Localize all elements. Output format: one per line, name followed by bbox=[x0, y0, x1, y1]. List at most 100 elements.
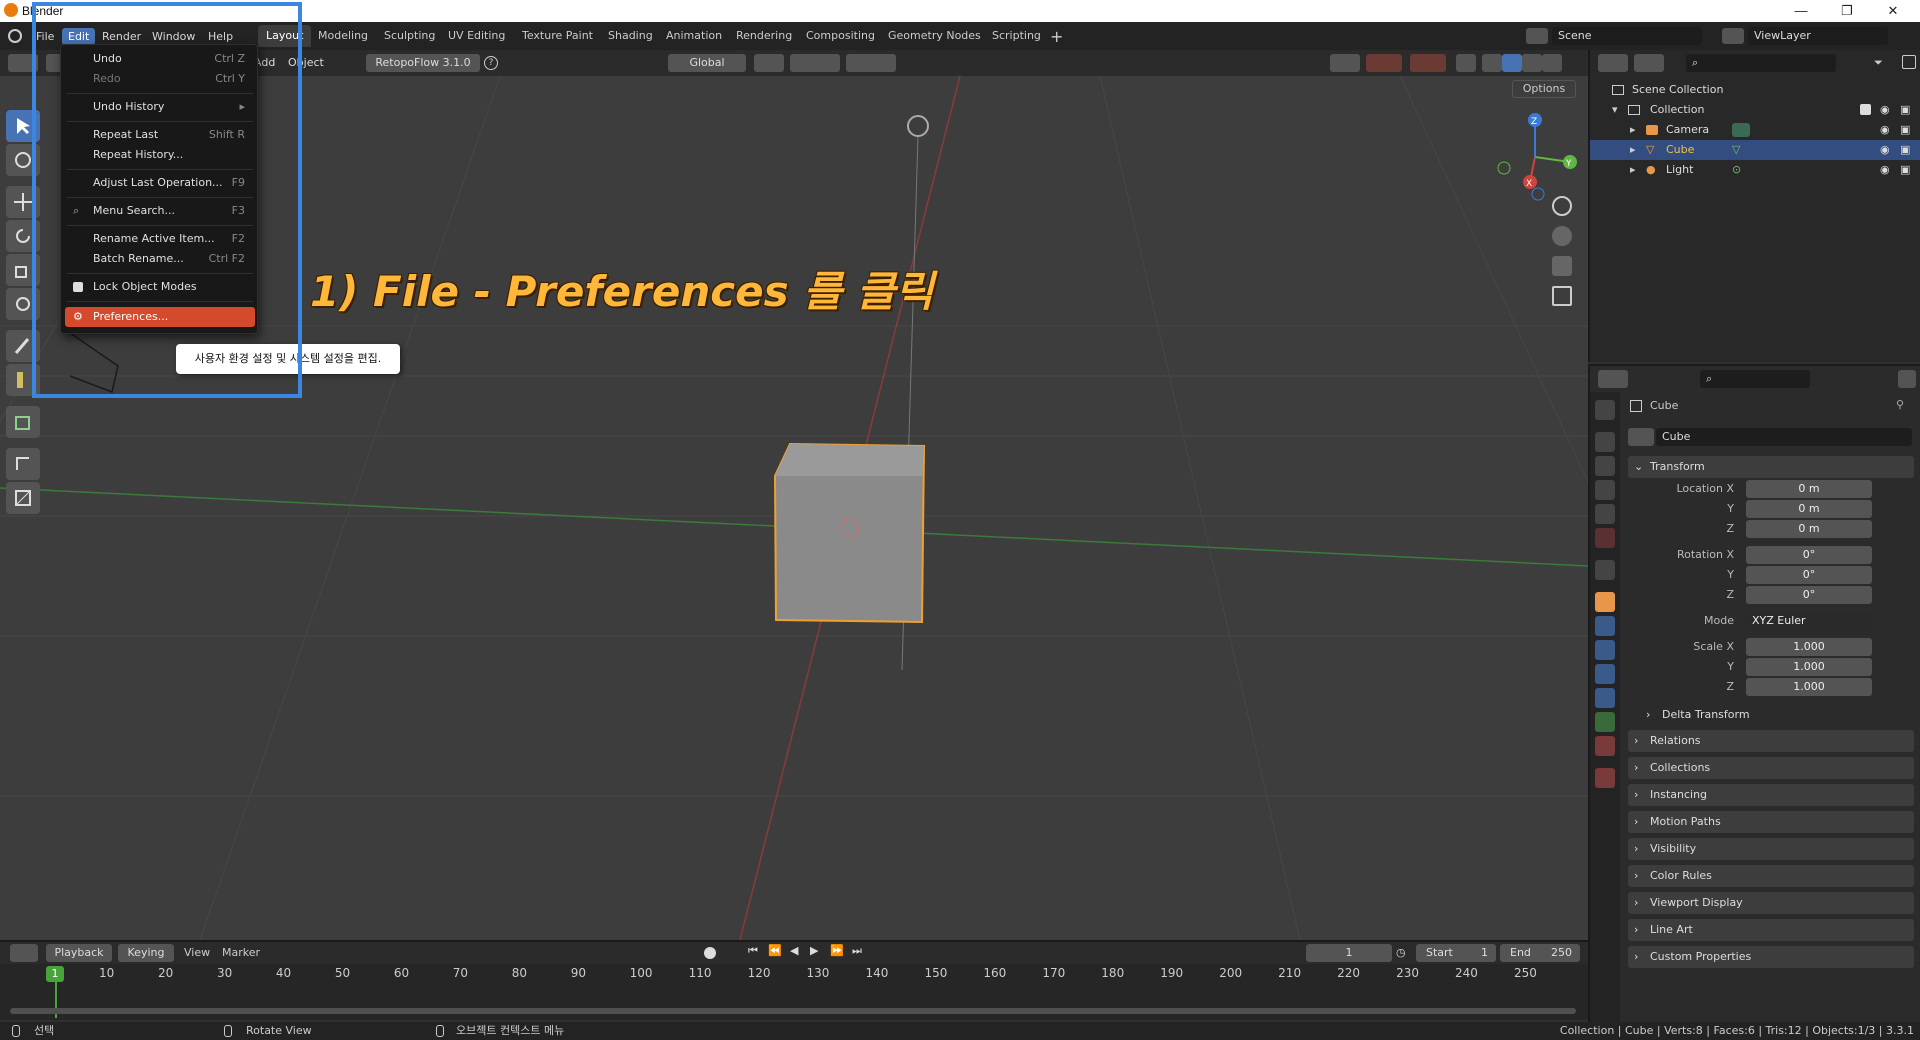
play-icon[interactable]: ▶ bbox=[810, 944, 818, 957]
jump-end-icon[interactable]: ⏭ bbox=[852, 944, 862, 958]
output-tab-icon[interactable] bbox=[1595, 456, 1615, 476]
shading-wireframe[interactable] bbox=[1482, 54, 1502, 72]
tab-rendering[interactable]: Rendering bbox=[728, 25, 800, 47]
outliner-row-light[interactable]: ▸ ● Light ⊙ ◉ ▣ bbox=[1590, 160, 1920, 180]
eye-icon[interactable]: ◉ bbox=[1880, 140, 1890, 160]
timeline-scrollbar[interactable] bbox=[10, 1008, 1576, 1014]
orientation-dropdown[interactable]: Global bbox=[668, 54, 746, 72]
timeline-ruler[interactable]: 1 10 20 30 40 50 60 70 80 90 100 110 120 130 140 150 16… bbox=[0, 964, 1588, 1020]
collection-tab-icon[interactable] bbox=[1595, 560, 1615, 580]
pan-hand-icon[interactable] bbox=[1552, 226, 1572, 246]
modifier-tab-icon[interactable] bbox=[1595, 616, 1615, 636]
location-z-field[interactable]: 0 m bbox=[1746, 520, 1872, 538]
start-frame-field[interactable]: Start 1 bbox=[1416, 944, 1496, 962]
pivot-dropdown[interactable] bbox=[754, 54, 784, 72]
camera-render-icon[interactable]: ▣ bbox=[1900, 100, 1910, 120]
marker-menu[interactable]: Marker bbox=[222, 946, 260, 959]
viewlayer-selector-icon[interactable] bbox=[1722, 28, 1744, 44]
expand-arrow-icon[interactable]: ▸ bbox=[1630, 160, 1636, 180]
data-tab-icon[interactable] bbox=[1595, 712, 1615, 732]
play-reverse-icon[interactable]: ◀ bbox=[790, 944, 798, 957]
cube-object[interactable] bbox=[773, 442, 926, 624]
outliner-row-collection[interactable]: ▾ Collection ◉ ▣ bbox=[1590, 100, 1920, 120]
shading-rendered[interactable] bbox=[1542, 54, 1562, 72]
texture-tab-icon[interactable] bbox=[1595, 768, 1615, 788]
location-x-field[interactable]: 0 m bbox=[1746, 480, 1872, 498]
rotation-x-field[interactable]: 0° bbox=[1746, 546, 1872, 564]
constraints-tab-icon[interactable] bbox=[1595, 688, 1615, 708]
jump-keyframe-back-icon[interactable]: ⏪ bbox=[768, 944, 782, 957]
object-browse-button[interactable] bbox=[1628, 428, 1654, 446]
outliner-search-input[interactable]: ⌕ bbox=[1686, 54, 1836, 72]
expand-arrow-icon[interactable]: ▸ bbox=[1630, 140, 1636, 160]
view-layer-tab-icon[interactable] bbox=[1595, 480, 1615, 500]
eye-icon[interactable]: ◉ bbox=[1880, 160, 1890, 180]
add-workspace-icon[interactable]: + bbox=[1050, 27, 1063, 46]
instancing-panel[interactable]: › Instancing bbox=[1628, 784, 1914, 806]
end-frame-field[interactable]: End 250 bbox=[1500, 944, 1580, 962]
playback-menu[interactable]: Playback bbox=[46, 944, 112, 962]
zoom-icon[interactable] bbox=[1552, 196, 1572, 216]
render-tab-icon[interactable] bbox=[1595, 432, 1615, 452]
clock-icon[interactable]: ◷ bbox=[1396, 946, 1406, 959]
current-frame-field[interactable]: 1 bbox=[1306, 944, 1392, 962]
pin-icon[interactable]: ⚲ bbox=[1896, 398, 1904, 411]
location-y-field[interactable]: 0 m bbox=[1746, 500, 1872, 518]
blender-menu-icon[interactable] bbox=[8, 29, 22, 43]
timeline-editor-type[interactable] bbox=[10, 944, 38, 962]
world-tab-icon[interactable] bbox=[1595, 528, 1615, 548]
maximize-button[interactable]: ❐ bbox=[1824, 0, 1870, 22]
filter-icon[interactable]: ⏷ bbox=[1874, 56, 1883, 70]
mesh-data-icon[interactable]: ▽ bbox=[1732, 140, 1740, 160]
object-tab-icon[interactable] bbox=[1595, 592, 1615, 612]
keying-menu[interactable]: Keying bbox=[118, 944, 174, 962]
inset-tool[interactable] bbox=[6, 482, 40, 514]
add-cube-tool[interactable] bbox=[6, 406, 40, 438]
properties-search-input[interactable]: ⌕ bbox=[1700, 370, 1810, 388]
camera-view-icon[interactable] bbox=[1552, 256, 1572, 276]
tab-compositing[interactable]: Compositing bbox=[798, 25, 883, 47]
outliner-row-cube[interactable]: ▸ ▽ Cube ▽ ◉ ▣ bbox=[1590, 140, 1920, 160]
outliner-row-camera[interactable]: ▸ Camera ◉ ▣ bbox=[1590, 120, 1920, 140]
view-menu[interactable]: View bbox=[184, 946, 210, 959]
tab-geometry-nodes[interactable]: Geometry Nodes bbox=[880, 25, 989, 47]
playhead-marker[interactable]: 1 bbox=[46, 966, 64, 982]
xray-toggle[interactable] bbox=[1456, 54, 1476, 72]
tab-animation[interactable]: Animation bbox=[658, 25, 730, 47]
options-button[interactable]: Options bbox=[1512, 80, 1576, 98]
proportional-edit-toggle[interactable] bbox=[846, 54, 896, 72]
scene-tab-icon[interactable] bbox=[1595, 504, 1615, 524]
transform-panel-header[interactable]: ⌄ Transform bbox=[1628, 456, 1914, 478]
scene-name-field[interactable]: Scene bbox=[1552, 27, 1702, 45]
scene-selector-icon[interactable] bbox=[1526, 28, 1548, 44]
collections-panel[interactable]: › Collections bbox=[1628, 757, 1914, 779]
camera-render-icon[interactable]: ▣ bbox=[1900, 140, 1910, 160]
tab-scripting[interactable]: Scripting bbox=[984, 25, 1049, 47]
light-data-icon[interactable]: ⊙ bbox=[1732, 160, 1741, 180]
tool-tab-icon[interactable] bbox=[1595, 400, 1615, 420]
close-button[interactable]: ✕ bbox=[1870, 0, 1916, 22]
motion-paths-panel[interactable]: › Motion Paths bbox=[1628, 811, 1914, 833]
snap-toggle[interactable] bbox=[790, 54, 840, 72]
line-art-panel[interactable]: › Line Art bbox=[1628, 919, 1914, 941]
tab-texture-paint[interactable]: Texture Paint bbox=[514, 25, 601, 47]
tab-uv-editing[interactable]: UV Editing bbox=[440, 25, 513, 47]
rotation-z-field[interactable]: 0° bbox=[1746, 586, 1872, 604]
jump-keyframe-forward-icon[interactable]: ⏩ bbox=[830, 944, 844, 957]
delta-transform-subpanel[interactable]: › Delta Transform bbox=[1640, 704, 1914, 726]
shading-material[interactable] bbox=[1522, 54, 1542, 72]
visibility-toggle[interactable] bbox=[1330, 54, 1360, 72]
tab-sculpting[interactable]: Sculpting bbox=[376, 25, 443, 47]
new-collection-icon[interactable] bbox=[1902, 55, 1916, 69]
physics-tab-icon[interactable] bbox=[1595, 664, 1615, 684]
expand-arrow-icon[interactable]: ▾ bbox=[1612, 100, 1618, 120]
record-button[interactable] bbox=[704, 947, 716, 959]
scale-y-field[interactable]: 1.000 bbox=[1746, 658, 1872, 676]
shading-solid[interactable] bbox=[1502, 54, 1522, 72]
navigation-gizmo[interactable]: Z Y X bbox=[1490, 112, 1580, 202]
relations-panel[interactable]: › Relations bbox=[1628, 730, 1914, 752]
camera-data-icon[interactable] bbox=[1732, 123, 1750, 137]
viewport-display-panel[interactable]: › Viewport Display bbox=[1628, 892, 1914, 914]
outliner-filter-menu[interactable] bbox=[1634, 54, 1664, 72]
checkbox-icon[interactable] bbox=[1860, 104, 1871, 115]
